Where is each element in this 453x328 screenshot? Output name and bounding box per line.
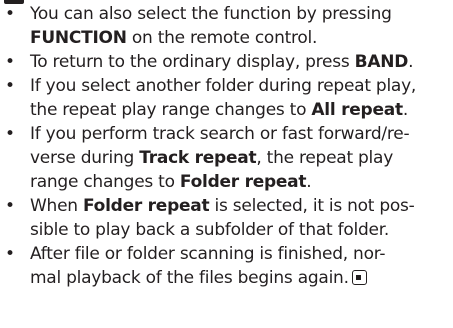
note-text: range changes to (30, 172, 180, 192)
note-text: After file or folder scanning is finishe… (30, 244, 386, 264)
list-item: • After file or folder scanning is finis… (0, 242, 453, 290)
notes-list: • You can also select the function by pr… (0, 2, 453, 290)
list-item: • When Folder repeat is selected, it is … (0, 194, 453, 242)
note-bold: All repeat (311, 100, 403, 120)
note-text: If you perform track search or fast forw… (30, 124, 410, 144)
list-item: • You can also select the function by pr… (0, 2, 453, 50)
end-of-section-icon (351, 270, 367, 285)
list-item: • If you select another folder during re… (0, 74, 453, 122)
bullet: • (5, 4, 15, 24)
note-text: . (408, 52, 414, 72)
note-text: sible to play back a subfolder of that f… (30, 220, 390, 240)
note-text: verse during (30, 148, 140, 168)
bullet: • (5, 244, 15, 264)
note-text: To return to the ordinary display, press (30, 52, 355, 72)
note-text: When (30, 196, 83, 216)
list-item: • If you perform track search or fast fo… (0, 122, 453, 194)
note-bold: FUNCTION (30, 28, 127, 48)
note-bold: Folder repeat (179, 172, 307, 192)
note-text: is selected, it is not pos- (209, 196, 415, 216)
note-text: , the repeat play (256, 148, 394, 168)
note-text: . (306, 172, 312, 192)
list-item: • To return to the ordinary display, pre… (0, 50, 453, 74)
note-text: . (402, 100, 408, 120)
note-text: on the remote control. (126, 28, 318, 48)
bullet: • (5, 76, 15, 96)
bullet: • (5, 52, 15, 72)
note-bold: Folder repeat (82, 196, 210, 216)
note-text: You can also select the function by pres… (30, 4, 392, 24)
note-bold: Track repeat (139, 148, 257, 168)
note-text: mal playback of the files begins again. (30, 268, 349, 288)
bullet: • (5, 196, 15, 216)
note-text: If you select another folder during repe… (30, 76, 417, 96)
bullet: • (5, 124, 15, 144)
note-bold: BAND (354, 52, 409, 72)
note-text: the repeat play range changes to (30, 100, 312, 120)
